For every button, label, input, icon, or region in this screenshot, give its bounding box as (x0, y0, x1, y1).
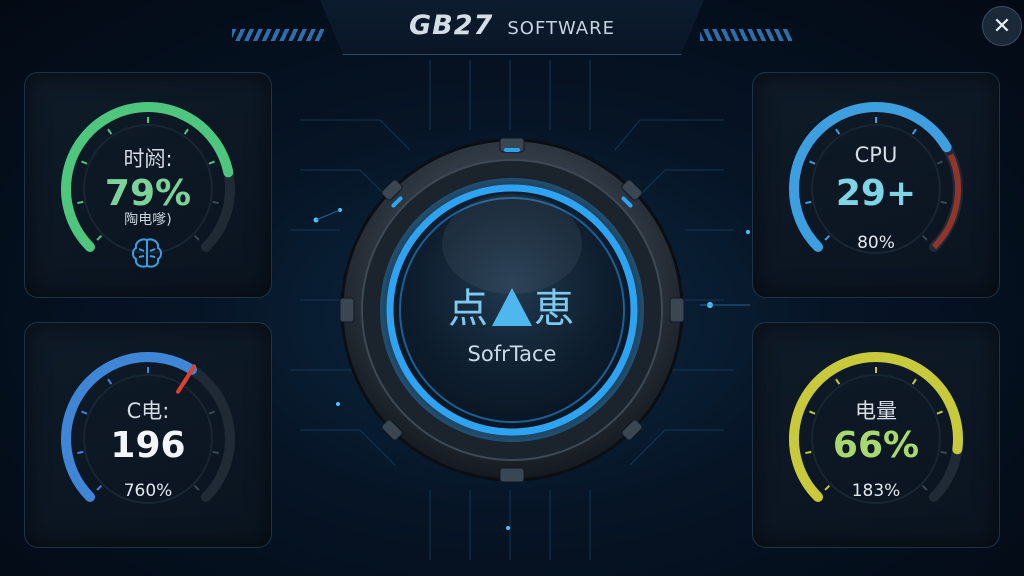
close-button[interactable]: ✕ (982, 6, 1022, 46)
gauge-value: 66% (832, 425, 920, 466)
gauge-sub-value: 陶电嗲) (124, 212, 172, 228)
gauge-label: C电: (126, 399, 170, 423)
gauge-tick (193, 234, 200, 241)
gauge-panel-bottom-right: 电量 66% 183% (752, 322, 1000, 548)
center-right-char: 恵 (534, 286, 576, 332)
gauge-tick (96, 234, 103, 241)
app-brand: GB27 (409, 10, 494, 41)
gauge-sub-value: 80% (857, 233, 895, 253)
gauge-tick (835, 378, 841, 385)
brain-icon (132, 238, 162, 268)
gauge-panel-top-left: 时阏: 79% 陶电嗲) (24, 72, 272, 298)
title-decoration-left (232, 29, 324, 41)
gauge-label: CPU (854, 143, 898, 167)
gauge-panel-bottom-left: C电: 196 760% (24, 322, 272, 548)
app-title: GB27 SOFTWARE (320, 10, 704, 41)
arrow-up-icon (492, 288, 532, 326)
gauge-tick (107, 128, 113, 135)
gauge-sub-value: 760% (123, 481, 173, 501)
app-subtitle: SOFTWARE (507, 18, 615, 39)
gauge-tick (835, 128, 841, 135)
center-caption: SofrTace (467, 342, 557, 366)
close-icon: ✕ (992, 13, 1012, 39)
gauge-tick (911, 128, 917, 135)
center-title: 点恵 (338, 276, 686, 334)
center-left-char: 点 (448, 286, 490, 332)
gauge-sub-value: 183% (851, 481, 901, 501)
gauge-tick (183, 128, 189, 135)
gauge-tick (107, 378, 113, 385)
gauge-tick (911, 378, 917, 385)
gauge-panel-top-right: CPU 29+ 80% (752, 72, 1000, 298)
gauge-label: 电量 (855, 399, 897, 423)
gauge-label: 时阏: (123, 147, 173, 171)
gauge-value: 29+ (835, 173, 917, 214)
gauge-value: 196 (110, 425, 186, 466)
title-decoration-right (700, 29, 792, 41)
gauge-value: 79% (104, 173, 192, 214)
